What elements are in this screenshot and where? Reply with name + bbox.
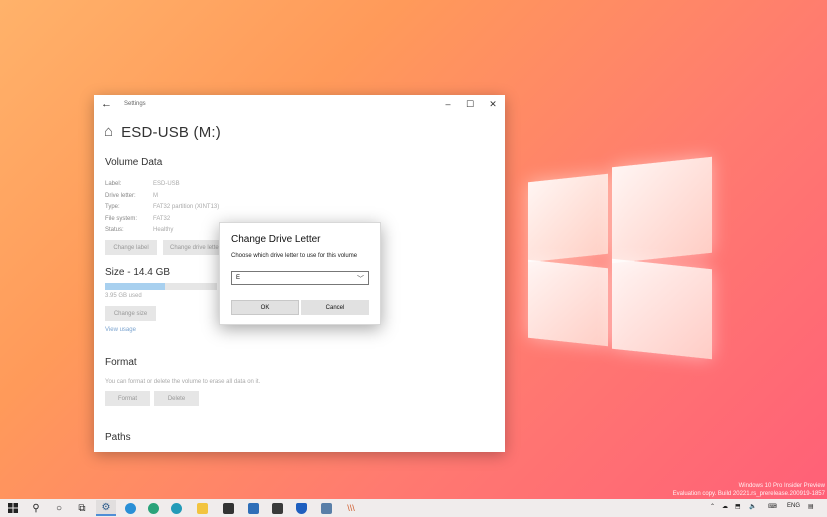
property-value: FAT32 partition (XINT13) (153, 204, 220, 210)
property-key: Status: (105, 227, 124, 233)
security-shield-icon[interactable] (292, 500, 310, 516)
property-value: Healthy (153, 227, 174, 233)
drive-letter-select[interactable]: E ﹀ (231, 271, 369, 285)
edge-icon[interactable] (121, 500, 139, 516)
format-description: You can format or delete the volume to e… (105, 379, 261, 385)
page-title: ESD-USB (M:) (121, 123, 221, 141)
property-row: Status: Healthy (105, 225, 219, 237)
selected-drive-letter: E (236, 275, 241, 281)
language-indicator[interactable]: ENG (787, 503, 800, 509)
home-icon[interactable]: ⌂ (104, 123, 113, 141)
property-row: Label: ESD-USB (105, 179, 219, 191)
change-label-button[interactable]: Change label (105, 240, 157, 255)
edge-dev-icon[interactable] (167, 500, 185, 516)
task-view-icon[interactable]: ⧉ (73, 500, 91, 516)
network-app-icon[interactable] (317, 500, 335, 516)
maximize-button[interactable]: ☐ (463, 99, 477, 110)
title-bar[interactable]: ← Settings – ☐ ✕ (94, 95, 505, 115)
search-icon[interactable]: ⚲ (27, 500, 45, 516)
property-key: Type: (105, 204, 120, 210)
sketch-app-icon[interactable]: \\\ (342, 500, 360, 516)
back-arrow-icon[interactable]: ← (101, 98, 112, 110)
change-drive-letter-dialog: Change Drive Letter Choose which drive l… (219, 222, 381, 325)
onedrive-icon[interactable]: ☁ (722, 503, 728, 510)
file-explorer-icon[interactable] (193, 500, 211, 516)
change-drive-letter-button[interactable]: Change drive letter (163, 240, 223, 255)
dialog-description: Choose which drive letter to use for thi… (231, 253, 358, 259)
window-title: Settings (124, 101, 146, 107)
keyboard-icon[interactable]: ⌨ (768, 503, 777, 510)
chevron-down-icon: ﹀ (357, 276, 364, 283)
settings-gear-icon[interactable]: ⚙ (96, 500, 116, 516)
volume-icon[interactable]: 🔈 (749, 503, 756, 510)
used-space-text: 3.95 GB used (105, 293, 142, 299)
property-row: File system: FAT32 (105, 214, 219, 226)
watermark-line-2: Evaluation copy. Build 20221.rs_prerelea… (672, 491, 825, 497)
property-key: Drive letter: (105, 192, 136, 199)
usage-bar-fill (105, 283, 166, 290)
view-usage-link[interactable]: View usage (105, 327, 136, 333)
property-key: File system: (105, 215, 138, 222)
store-icon[interactable] (219, 500, 237, 516)
volume-data-heading: Volume Data (105, 157, 163, 168)
close-button[interactable]: ✕ (486, 99, 500, 110)
format-button[interactable]: Format (105, 391, 150, 406)
volume-properties: Label: ESD-USB Drive letter: M Type: FAT… (105, 179, 219, 237)
cancel-button[interactable]: Cancel (301, 300, 369, 315)
desktop-watermark: Windows 10 Pro Insider Preview Evaluatio… (673, 482, 825, 498)
cortana-icon[interactable]: ○ (50, 500, 68, 516)
delete-button[interactable]: Delete (154, 391, 199, 406)
notifications-icon[interactable]: ▤ (808, 503, 814, 510)
chevron-up-icon[interactable]: ⌃ (710, 503, 715, 510)
edge-beta-icon[interactable] (144, 500, 162, 516)
terminal-icon[interactable] (268, 500, 286, 516)
taskbar: ⚲ ○ ⧉ ⚙ \\\ ⌃ ☁ ⬒ 🔈 ⌨ ENG ▤ (0, 499, 827, 517)
start-windows-icon[interactable] (4, 500, 22, 516)
property-value: ESD-USB (153, 181, 180, 187)
usage-bar (105, 283, 217, 290)
property-key: Label: (105, 181, 122, 187)
change-size-button[interactable]: Change size (105, 306, 156, 321)
ok-button[interactable]: OK (231, 300, 299, 315)
property-row: Type: FAT32 partition (XINT13) (105, 202, 219, 214)
mail-icon[interactable] (244, 500, 262, 516)
watermark-line-1: Windows 10 Pro Insider Preview (738, 483, 825, 489)
property-value: FAT32 (153, 215, 171, 222)
page-header: ⌂ ESD-USB (M:) (104, 123, 221, 141)
paths-heading: Paths (105, 432, 131, 443)
minimize-button[interactable]: – (441, 99, 455, 109)
windows-logo-wallpaper (520, 150, 720, 365)
property-row: Drive letter: M (105, 191, 219, 203)
dialog-title: Change Drive Letter (231, 234, 321, 245)
network-icon[interactable]: ⬒ (735, 503, 741, 510)
property-value: M (153, 192, 158, 199)
format-heading: Format (105, 357, 137, 368)
size-heading: Size - 14.4 GB (105, 267, 171, 278)
